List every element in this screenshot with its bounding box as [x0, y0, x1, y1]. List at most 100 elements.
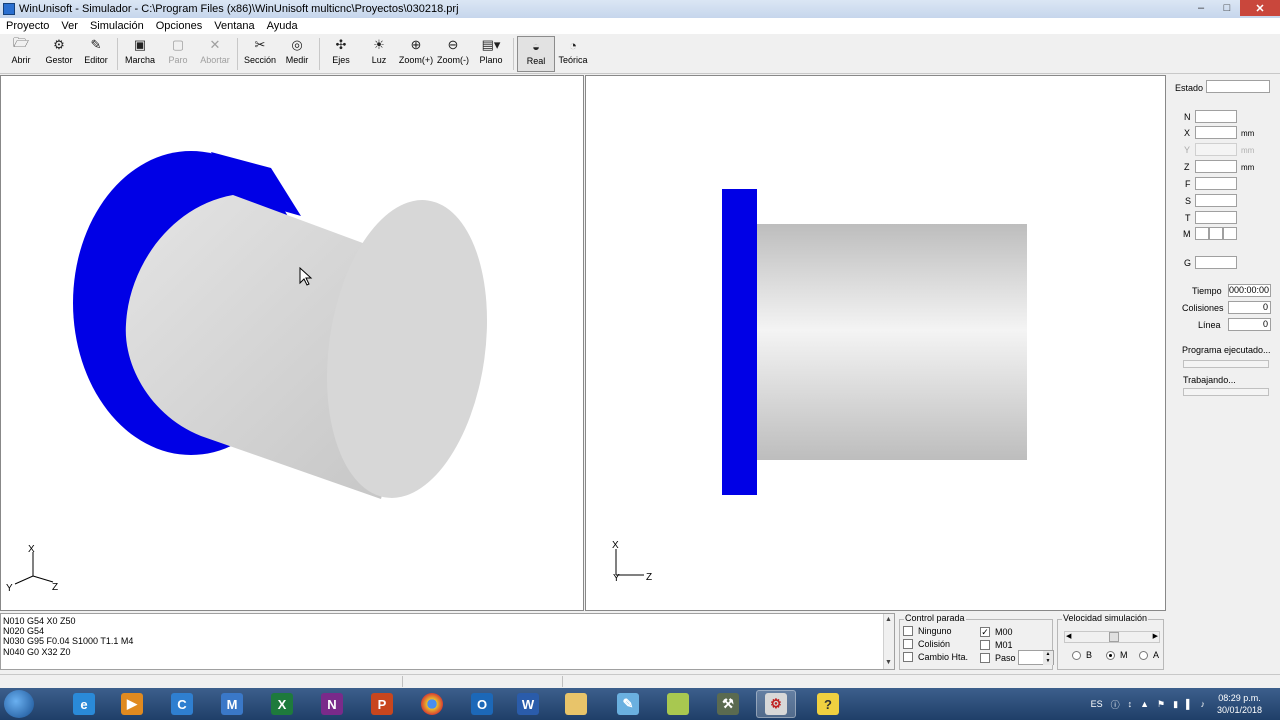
linea-label: Línea	[1198, 320, 1221, 330]
abortar-button[interactable]: ✕ Abortar	[196, 36, 234, 72]
luz-button[interactable]: ☀ Luz	[360, 36, 398, 72]
tiempo-field: 000:00:00	[1228, 284, 1271, 297]
editor-button[interactable]: ✎ Editor	[77, 36, 115, 72]
close-button[interactable]: ✕	[1240, 0, 1280, 16]
ejes-button[interactable]: ✣ Ejes	[322, 36, 360, 72]
velocidad-slider[interactable]: ◀ ▶	[1064, 631, 1160, 643]
menu-ver[interactable]: Ver	[55, 20, 84, 32]
taskbar-notes[interactable]	[658, 690, 698, 718]
battery-tray-icon[interactable]: ▮	[1173, 699, 1178, 710]
m00-checkbox[interactable]: ✓ M00	[980, 627, 1013, 637]
viewport-3d[interactable]: X Y Z	[0, 75, 584, 611]
m01-checkbox[interactable]: M01	[980, 640, 1013, 650]
taskbar-outlook[interactable]: O	[462, 690, 502, 718]
medir-button[interactable]: ◎ Medir	[278, 36, 316, 72]
volume-tray-icon[interactable]: ♪	[1200, 699, 1205, 709]
speed-m-radio[interactable]: M	[1106, 650, 1128, 660]
m-label: M	[1183, 229, 1191, 239]
menu-ayuda[interactable]: Ayuda	[261, 20, 304, 32]
taskbar-explorer[interactable]	[556, 690, 596, 718]
scissors-icon: ✂	[254, 37, 266, 52]
flag-tray-icon[interactable]: ⚑	[1157, 699, 1165, 710]
seccion-button[interactable]: ✂ Sección	[241, 36, 279, 72]
taskbar: e ▶ C M X N P O W ✎ ⚒ ⚙ ? ES ⓘ ↕ ▲ ⚑ ▮ ▌…	[0, 688, 1280, 720]
zoom-in-button[interactable]: ⊕ Zoom(+)	[397, 36, 435, 72]
taskbar-powerpoint[interactable]: P	[362, 690, 402, 718]
paso-spinner[interactable]: ▲ ▼	[1018, 650, 1054, 665]
y-label: Y	[1184, 145, 1191, 155]
spinner-up-icon[interactable]: ▲	[1043, 651, 1053, 658]
scroll-up-icon[interactable]: ▲	[885, 616, 892, 623]
paso-checkbox[interactable]: Paso	[980, 653, 1016, 663]
g-label: G	[1184, 258, 1192, 268]
menu-ventana[interactable]: Ventana	[208, 20, 260, 32]
menu-opciones[interactable]: Opciones	[150, 20, 208, 32]
axis-z-label: Z	[52, 582, 58, 593]
code-listing[interactable]: N010 G54 X0 Z50 N020 G54 N030 G95 F0.04 …	[0, 613, 895, 670]
camera-dropdown-icon: ▤▾	[481, 37, 501, 52]
language-indicator[interactable]: ES	[1091, 699, 1103, 709]
taskbar-winunisoft[interactable]: ⚙	[756, 690, 796, 718]
maximize-button[interactable]: □	[1214, 0, 1240, 16]
taskbar-help[interactable]: ?	[808, 690, 848, 718]
taskbar-media[interactable]: ▶	[112, 690, 152, 718]
clock[interactable]: 08:29 p.m. 30/01/2018	[1217, 692, 1262, 716]
taskbar-c[interactable]: C	[162, 690, 202, 718]
marcha-button[interactable]: ▣ Marcha	[121, 36, 159, 72]
spinner-down-icon[interactable]: ▼	[1043, 658, 1053, 665]
gestor-button[interactable]: ⚙ Gestor	[40, 36, 78, 72]
real-button[interactable]: ◒ Real	[517, 36, 555, 72]
zoom-in-icon: ⊕	[410, 37, 422, 52]
chrome-icon	[421, 693, 443, 715]
taskbar-chrome[interactable]	[412, 690, 452, 718]
folder-icon	[565, 693, 587, 715]
taskbar-ie[interactable]: e	[64, 690, 104, 718]
app-icon	[3, 3, 15, 15]
cambio-hta-checkbox[interactable]: Cambio Hta.	[903, 652, 968, 662]
taskbar-excel[interactable]: X	[262, 690, 302, 718]
z-field	[1195, 160, 1237, 173]
speed-a-radio[interactable]: A	[1139, 650, 1159, 660]
axis-z-label-2d: Z	[646, 572, 652, 583]
colisiones-label: Colisiones	[1182, 303, 1224, 313]
teorica-button[interactable]: ◔ Teórica	[554, 36, 592, 72]
speed-b-radio[interactable]: B	[1072, 650, 1092, 660]
signal-tray-icon[interactable]: ▌	[1186, 699, 1192, 709]
taskbar-m[interactable]: M	[212, 690, 252, 718]
taskbar-tools[interactable]: ⚒	[708, 690, 748, 718]
viewport-2d[interactable]: X Y Z	[585, 75, 1166, 611]
menu-proyecto[interactable]: Proyecto	[0, 20, 55, 32]
n-field	[1195, 110, 1237, 123]
taskbar-onenote[interactable]: N	[312, 690, 352, 718]
theoretical-view-icon: ◔	[569, 37, 577, 53]
scroll-down-icon[interactable]: ▼	[885, 659, 892, 666]
x-label: X	[1184, 128, 1191, 138]
taskbar-paint[interactable]: ✎	[608, 690, 648, 718]
plano-button[interactable]: ▤▾ Plano	[472, 36, 510, 72]
ninguno-checkbox[interactable]: Ninguno	[903, 626, 952, 636]
help-tray-icon[interactable]: ⓘ	[1111, 698, 1120, 711]
expand-tray-icon[interactable]: ▲	[1140, 699, 1149, 709]
code-scrollbar[interactable]: ▲ ▼	[883, 614, 894, 669]
minimize-button[interactable]: –	[1188, 0, 1214, 16]
colision-checkbox[interactable]: Colisión	[903, 639, 950, 649]
zoom-out-icon: ⊖	[447, 37, 459, 52]
start-button[interactable]	[4, 690, 34, 718]
zoom-out-button[interactable]: ⊖ Zoom(-)	[434, 36, 472, 72]
taskbar-word[interactable]: W	[508, 690, 548, 718]
network-tray-icon[interactable]: ↕	[1128, 699, 1133, 709]
menu-simulacion[interactable]: Simulación	[84, 20, 150, 32]
axis-y-label: Y	[6, 583, 13, 594]
s-label: S	[1185, 196, 1192, 206]
slider-right-icon[interactable]: ▶	[1153, 632, 1158, 640]
t-label: T	[1185, 213, 1191, 223]
programa-progress-bar	[1183, 360, 1269, 368]
t-field	[1195, 211, 1237, 224]
slider-left-icon[interactable]: ◀	[1066, 632, 1071, 640]
paro-button[interactable]: ▢ Paro	[159, 36, 197, 72]
toolbar: 🗁 Abrir ⚙ Gestor ✎ Editor ▣ Marcha ▢ Par…	[0, 34, 1280, 74]
slider-thumb[interactable]	[1109, 632, 1119, 642]
outlook-icon: O	[471, 693, 493, 715]
notes-icon	[667, 693, 689, 715]
abrir-button[interactable]: 🗁 Abrir	[2, 35, 40, 72]
